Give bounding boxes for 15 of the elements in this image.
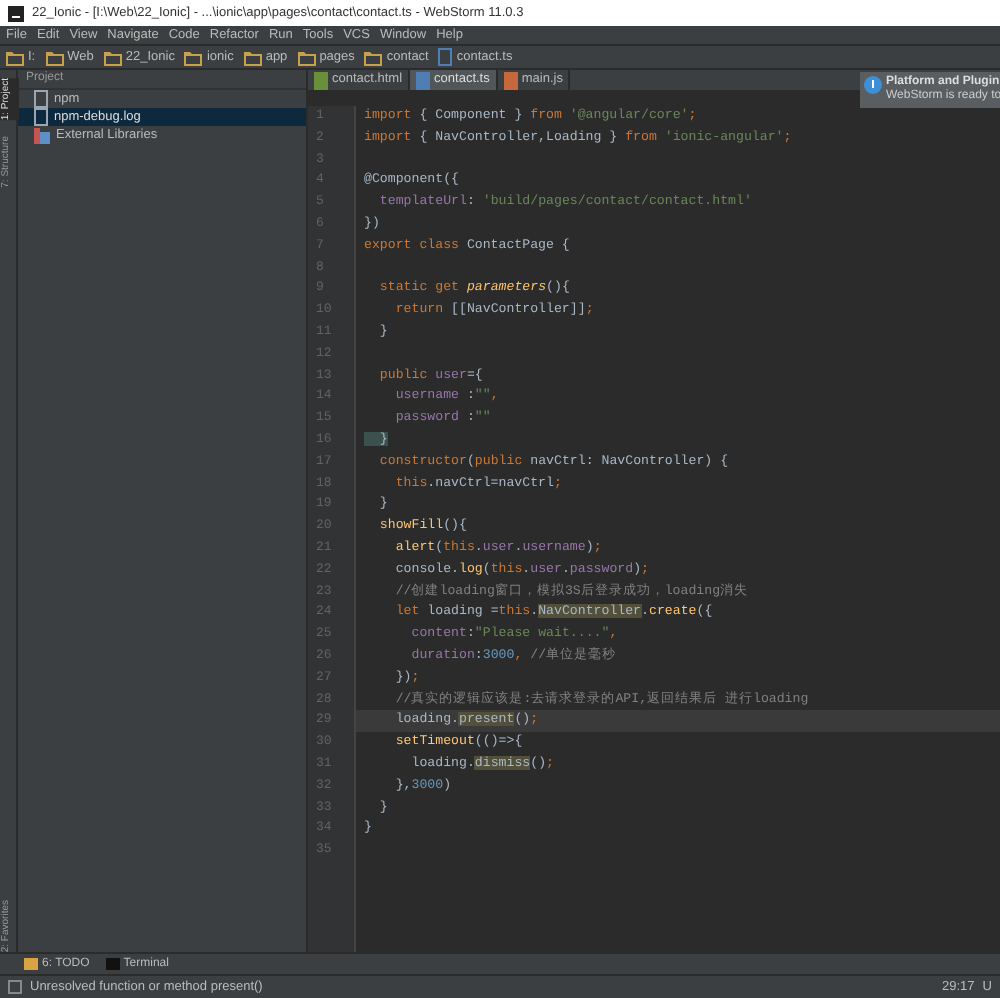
panel-toggle-icon[interactable] [8, 980, 22, 994]
folder-icon [6, 49, 24, 65]
folder-icon [184, 49, 203, 65]
folder-icon [45, 49, 64, 65]
folder-icon [243, 49, 262, 65]
folder-icon [297, 49, 316, 65]
file-icon [438, 48, 453, 66]
app-icon [8, 5, 24, 21]
ts-file-icon [416, 71, 431, 89]
js-file-icon [503, 71, 518, 89]
folder-icon [364, 49, 383, 65]
html-file-icon [314, 71, 328, 89]
info-icon [864, 76, 882, 94]
library-icon [34, 127, 50, 143]
folder-icon [103, 49, 122, 65]
